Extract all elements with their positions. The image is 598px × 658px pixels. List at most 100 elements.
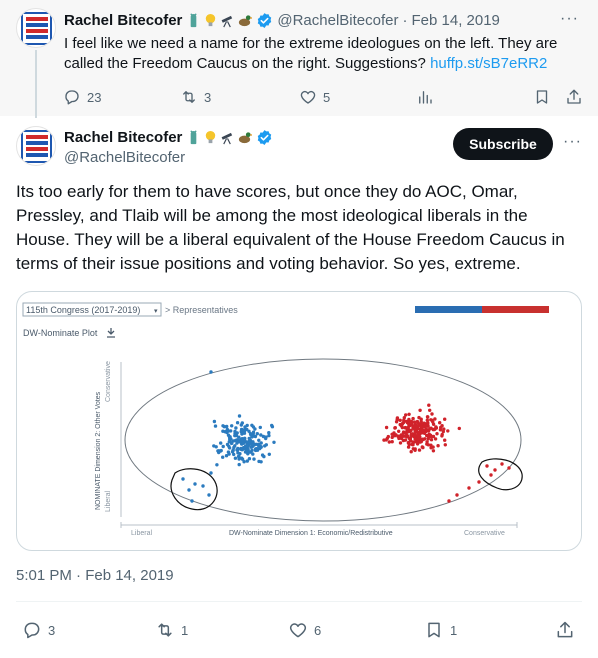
- republican-dot: [429, 438, 434, 442]
- tweet-media-image[interactable]: 115th Congress (2017-2019) ▾ > Represent…: [16, 291, 582, 551]
- telescope-icon: [221, 132, 233, 144]
- republican-dot: [409, 432, 414, 436]
- statue-of-liberty-icon: [190, 129, 198, 144]
- share-button[interactable]: [565, 88, 583, 106]
- republican-dot: [423, 424, 427, 429]
- parent-tweet-header: Rachel Bitecofer @RachelBitecofer · Feb …: [64, 10, 500, 30]
- verified-badge-icon[interactable]: [256, 12, 273, 29]
- republican-dot: [443, 417, 447, 421]
- tweet-link[interactable]: huffp.st/sB7eRR2: [430, 55, 547, 72]
- retweet-button[interactable]: 3: [180, 88, 211, 106]
- retweet-count: 3: [204, 89, 212, 105]
- republican-dot: [411, 416, 415, 421]
- republican-dot: [485, 464, 489, 468]
- select-arrow-icon: ▾: [154, 308, 158, 315]
- democrat-dot: [264, 443, 268, 447]
- democrat-dot: [252, 457, 256, 461]
- avatar[interactable]: [16, 126, 56, 166]
- democrat-dot: [231, 448, 235, 452]
- statue-of-liberty-icon: [190, 12, 198, 27]
- reply-button[interactable]: 3: [22, 620, 55, 640]
- democrat-dot: [236, 446, 240, 451]
- parent-tweet-text: I feel like we need a name for the extre…: [64, 34, 584, 74]
- democrat-dot: [227, 444, 231, 448]
- republican-dot: [436, 444, 440, 448]
- democrat-dot: [233, 433, 237, 438]
- download-icon[interactable]: [107, 328, 115, 338]
- reply-icon: [65, 90, 79, 105]
- author-handle[interactable]: @RachelBitecofer: [64, 149, 185, 166]
- bookmark-icon: [536, 90, 548, 104]
- republican-dot: [395, 416, 400, 420]
- democrat-dot: [251, 440, 255, 444]
- tweet-timestamp[interactable]: 5:01 PM · Feb 14, 2019: [16, 567, 174, 584]
- congress-select-label: 115th Congress (2017-2019): [26, 305, 140, 315]
- republican-dot: [420, 445, 424, 449]
- share-button[interactable]: [555, 620, 575, 640]
- subscribe-button[interactable]: Subscribe: [453, 128, 553, 160]
- more-options-button[interactable]: ···: [560, 10, 579, 28]
- author-handle[interactable]: @RachelBitecofer: [277, 12, 398, 29]
- duck-icon: [239, 14, 253, 26]
- unit-circle-ellipse: [124, 358, 522, 522]
- bookmark-button[interactable]: [533, 88, 551, 106]
- democrat-dot: [245, 423, 249, 428]
- republican-dot: [428, 408, 432, 412]
- republican-dot: [493, 468, 497, 472]
- republican-dot: [455, 493, 459, 497]
- democrat-dot: [242, 460, 246, 464]
- democrat-dot: [232, 452, 236, 457]
- republican-dot: [441, 429, 445, 434]
- republican-dot: [403, 431, 408, 435]
- verified-badge-icon[interactable]: [256, 129, 273, 146]
- republican-dot: [418, 408, 422, 412]
- republican-dot: [387, 440, 391, 444]
- retweet-icon: [158, 623, 172, 637]
- lightbulb-icon: [206, 13, 216, 26]
- democrat-dot: [193, 482, 197, 486]
- author-name[interactable]: Rachel Bitecofer: [64, 129, 182, 146]
- republican-dot: [399, 433, 403, 437]
- reply-button[interactable]: 23: [63, 88, 101, 106]
- republican-dot: [413, 432, 417, 436]
- republican-dot: [467, 486, 471, 490]
- tweet-date[interactable]: Feb 14, 2019: [412, 12, 500, 29]
- name-emoji-row: [186, 12, 253, 28]
- like-button[interactable]: 5: [299, 88, 330, 106]
- bookmark-button[interactable]: 1: [424, 620, 457, 640]
- republican-dot: [390, 440, 394, 444]
- democrat-dot: [254, 442, 258, 446]
- republican-dot: [425, 440, 429, 444]
- plot-title: DW-Nominate Plot: [23, 328, 98, 338]
- more-options-button[interactable]: ···: [563, 133, 582, 151]
- democrat-dot: [190, 499, 194, 503]
- republican-dots: [382, 403, 511, 503]
- republican-dot: [447, 499, 451, 503]
- breadcrumb[interactable]: > Representatives: [165, 305, 238, 315]
- democrat-dot: [235, 441, 239, 445]
- republican-dot: [398, 418, 402, 422]
- x-axis-left-label: Liberal: [131, 530, 152, 537]
- democrat-dot: [212, 419, 217, 424]
- democrat-dot: [221, 424, 225, 428]
- republican-dot: [413, 437, 417, 441]
- retweet-icon: [183, 91, 195, 103]
- republican-dot: [394, 420, 399, 424]
- democrat-dot: [260, 453, 265, 457]
- name-emoji-row: [186, 129, 253, 145]
- republican-dot: [397, 429, 401, 433]
- democrat-dot: [187, 488, 191, 492]
- democrat-dot: [234, 426, 238, 430]
- republican-dot: [500, 462, 504, 466]
- like-button[interactable]: 6: [288, 620, 321, 640]
- retweet-button[interactable]: 1: [155, 620, 188, 640]
- author-name[interactable]: Rachel Bitecofer: [64, 12, 182, 29]
- share-icon: [567, 89, 581, 104]
- x-axis-right-label: Conservative: [464, 530, 505, 537]
- democrat-dot: [216, 449, 220, 453]
- avatar[interactable]: [16, 8, 56, 48]
- republican-dot: [427, 403, 431, 407]
- avatar-image: [21, 130, 52, 163]
- views-button[interactable]: [416, 88, 434, 106]
- republican-dot: [410, 420, 414, 425]
